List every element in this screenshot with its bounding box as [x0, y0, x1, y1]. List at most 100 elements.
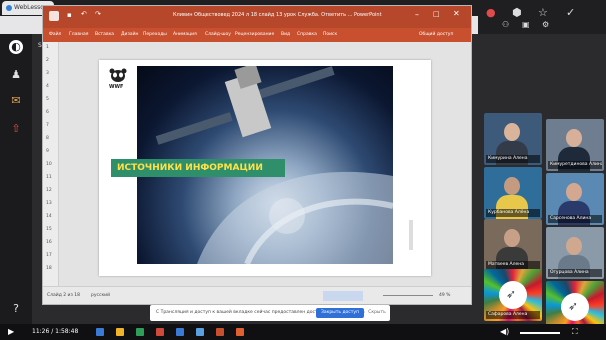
play-icon[interactable]: ▶ [8, 327, 14, 336]
thumb-number[interactable]: 11 [46, 175, 52, 180]
ribbon-tab[interactable]: Справка [297, 32, 317, 37]
chat-icon[interactable]: ✉ [9, 94, 23, 108]
ppt-statusbar: Слайд 2 из 18 русский 49 % [43, 286, 471, 304]
ribbon-tab[interactable]: Главная [69, 32, 88, 37]
thumb-number[interactable]: 8 [46, 136, 49, 141]
participant-name: Курбанова Алёна [486, 209, 540, 217]
save-icon[interactable]: ▪ [67, 11, 72, 19]
favicon-icon [6, 5, 12, 11]
volume-icon[interactable]: ◀) [500, 327, 509, 336]
ribbon-tab[interactable]: Файл [49, 32, 61, 37]
taskbar-app-icon[interactable] [216, 328, 224, 336]
slide-side-caption [409, 220, 413, 250]
thumb-number[interactable]: 15 [46, 227, 52, 232]
taskbar-app-icon[interactable] [116, 328, 124, 336]
thumb-number[interactable]: 18 [46, 266, 52, 271]
help-icon[interactable]: ? [9, 302, 23, 316]
settings-icon[interactable]: ⚙ [542, 20, 549, 29]
thumb-number[interactable]: 1 [46, 45, 49, 50]
participant-name: Сафарова Алена [486, 311, 540, 319]
thumb-number[interactable]: 6 [46, 110, 49, 115]
taskbar-app-icon[interactable] [176, 328, 184, 336]
screen-share-notification: С Трансляция и доступ к вашей вкладке се… [150, 305, 390, 321]
participant-tile[interactable]: Кимурина Алена [484, 113, 542, 165]
thumb-number[interactable]: 16 [46, 240, 52, 245]
thumb-number[interactable]: 9 [46, 149, 49, 154]
participant-face [504, 177, 520, 195]
ribbon-tab[interactable]: Дизайн [121, 32, 138, 37]
thumb-number[interactable]: 12 [46, 188, 52, 193]
slide-title-banner: ИСТОЧНИКИ ИНФОРМАЦИИ [111, 159, 285, 177]
hide-button[interactable]: Скрыть [368, 308, 386, 318]
browser-actions: ● ⬢ ☆ ✓ ⚇ ▣ ⚙ [478, 0, 606, 34]
participant-name: Матвеев Алена [486, 261, 540, 269]
participant-face [566, 129, 582, 147]
thumb-number[interactable]: 4 [46, 84, 49, 89]
people-icon[interactable]: ⚇ [502, 20, 509, 29]
taskbar-app-icon[interactable] [136, 328, 144, 336]
language-indicator[interactable]: русский [91, 293, 110, 298]
thumb-number[interactable]: 13 [46, 201, 52, 206]
extension-icon[interactable]: ⬢ [512, 6, 522, 19]
current-slide[interactable]: WWF ИСТОЧНИКИ ИНФОРМАЦИИ [99, 60, 431, 276]
participant-tile[interactable]: Матвеев Алена [484, 219, 542, 271]
zoom-level[interactable]: 49 % [439, 293, 450, 298]
ribbon-tab[interactable]: Вставка [95, 32, 114, 37]
thumb-number[interactable]: 14 [46, 214, 52, 219]
participant-tile[interactable]: Кимуретдинова Алина [546, 119, 604, 171]
slide-canvas: WWF ИСТОЧНИКИ ИНФОРМАЦИИ [59, 42, 471, 286]
minimize-icon[interactable]: – [415, 10, 419, 19]
powerpoint-window: ▪ ↶ ↷ Кливин Обществовед 2024 л 18 слайд… [42, 5, 472, 305]
wwf-logo-text: WWF [109, 84, 124, 90]
maximize-icon[interactable]: □ [433, 10, 440, 18]
thumb-number[interactable]: 17 [46, 253, 52, 258]
arrow-icon: ➶ [568, 299, 579, 313]
app-logo-icon[interactable]: ◐ [9, 40, 23, 54]
thumb-number[interactable]: 7 [46, 123, 49, 128]
close-icon[interactable]: ✕ [453, 9, 460, 18]
participant-name: Огурцова Алина [548, 269, 602, 277]
share-tab[interactable]: Общий доступ [419, 32, 453, 37]
taskbar-app-icon[interactable] [96, 328, 104, 336]
share-icon[interactable]: ⇧ [9, 122, 23, 136]
ribbon-tab[interactable]: Переходы [143, 32, 167, 37]
ribbon-tab[interactable]: Слайд-шоу [205, 32, 231, 37]
slide-thumbnails[interactable]: 1 2 3 4 5 6 7 8 9 10 11 12 13 14 15 16 1… [43, 42, 59, 286]
taskbar-app-icon[interactable] [156, 328, 164, 336]
redo-icon[interactable]: ↷ [95, 10, 101, 18]
undo-icon[interactable]: ↶ [81, 10, 87, 18]
layout-icon[interactable]: ▣ [522, 20, 530, 29]
ribbon-tab[interactable]: Рецензирование [235, 32, 274, 37]
bookmark-icon[interactable]: ☆ [538, 6, 548, 19]
view-buttons[interactable] [323, 291, 363, 301]
volume-slider[interactable] [520, 332, 560, 334]
slide-counter: Слайд 2 из 18 [47, 293, 81, 298]
thumb-number[interactable]: 2 [46, 58, 49, 63]
record-icon[interactable]: ● [486, 6, 496, 19]
participants-panel: Кимурина Алена Кимуретдинова Алина Курба… [478, 105, 606, 335]
participant-tile[interactable]: Сарсенова Алина [546, 173, 604, 225]
thumb-number[interactable]: 5 [46, 97, 49, 102]
thumb-number[interactable]: 10 [46, 162, 52, 167]
ppt-titlebar: ▪ ↶ ↷ Кливин Обществовед 2024 л 18 слайд… [43, 6, 471, 28]
participants-icon[interactable]: ♟ [9, 68, 23, 82]
taskbar-app-icon[interactable] [236, 328, 244, 336]
thumb-number[interactable]: 3 [46, 71, 49, 76]
participant-tile[interactable]: Курбанова Алёна [484, 167, 542, 219]
participant-face [566, 183, 582, 201]
ribbon-tab[interactable]: Вид [281, 32, 290, 37]
arrow-icon: ➶ [506, 287, 517, 301]
taskbar-app-icon[interactable] [196, 328, 204, 336]
ppt-title: Кливин Обществовед 2024 л 18 слайд 13 ур… [173, 12, 382, 18]
participant-tile[interactable]: ➶ Сафарова Алена [484, 269, 542, 321]
taskbar: ▶ 11:26 / 1:58:48 ◀) ⛶ [0, 324, 606, 340]
ribbon-tab[interactable]: Анимация [173, 32, 197, 37]
participant-tile[interactable]: Огурцова Алина [546, 227, 604, 279]
participant-face [504, 123, 520, 141]
powerpoint-icon [49, 11, 59, 21]
fullscreen-icon[interactable]: ⛶ [572, 327, 578, 337]
check-icon[interactable]: ✓ [566, 6, 575, 19]
zoom-slider[interactable] [383, 295, 433, 296]
search-tab[interactable]: Поиск [323, 32, 337, 37]
stop-sharing-button[interactable]: Закрыть доступ [316, 308, 364, 318]
